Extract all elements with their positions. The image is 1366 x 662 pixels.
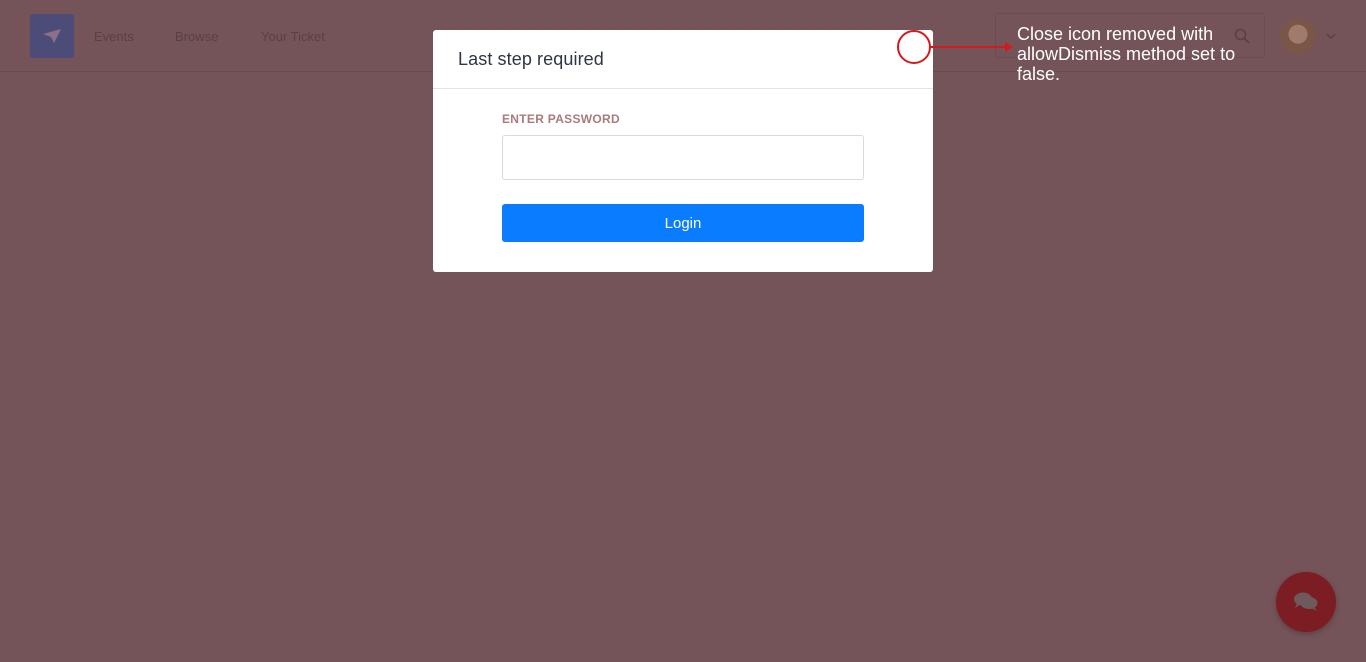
annotation-text: Close icon removed with allowDismiss met… — [1017, 24, 1236, 84]
password-field[interactable] — [502, 135, 864, 180]
nav-link-events[interactable]: Events — [94, 29, 134, 44]
paper-plane-icon — [43, 29, 61, 43]
chat-button[interactable] — [1276, 572, 1336, 632]
app-logo[interactable] — [30, 14, 74, 58]
nav-link-your-ticket[interactable]: Your Ticket — [261, 29, 325, 44]
login-button[interactable]: Login — [502, 204, 864, 242]
modal-title: Last step required — [458, 48, 604, 69]
modal-header: Last step required — [433, 30, 933, 89]
password-label: ENTER PASSWORD — [502, 112, 620, 126]
nav-link-browse[interactable]: Browse — [175, 29, 218, 44]
annotation-arrow — [929, 42, 1013, 52]
chat-bubbles-icon — [1294, 592, 1318, 611]
annotation-circle — [897, 30, 931, 64]
password-modal: Last step required ENTER PASSWORD Login — [433, 30, 933, 272]
chevron-down-icon[interactable] — [1325, 30, 1337, 42]
user-avatar[interactable] — [1280, 18, 1316, 54]
